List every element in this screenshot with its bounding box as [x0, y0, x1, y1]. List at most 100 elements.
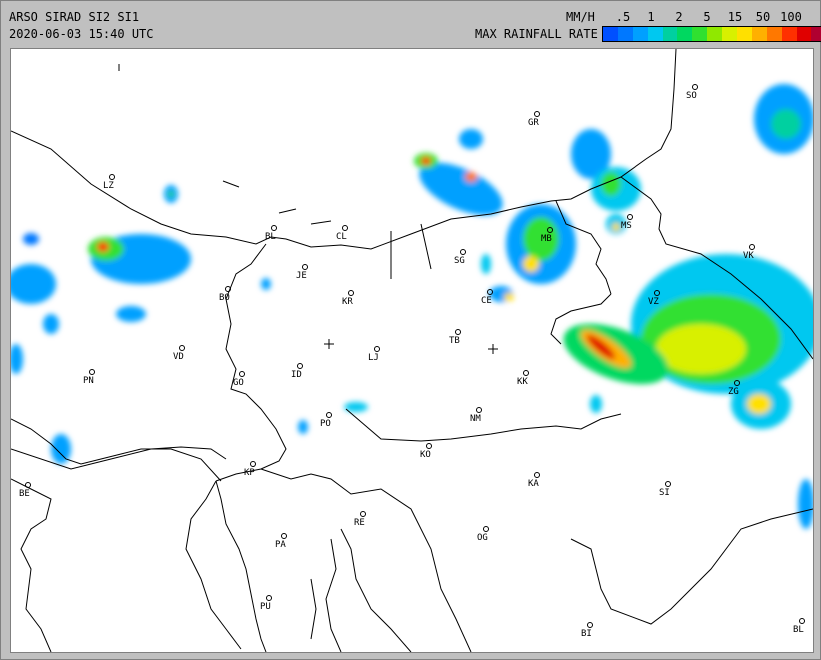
- legend-swatch: [677, 27, 693, 41]
- legend-swatch: [811, 27, 821, 41]
- city-label: MS: [621, 221, 632, 231]
- city-marker: [487, 289, 493, 295]
- city-marker: [89, 369, 95, 375]
- city-label: NM: [470, 414, 481, 424]
- city-marker: [749, 244, 755, 250]
- unit-label: MM/H: [566, 10, 595, 24]
- city-marker: [799, 618, 805, 624]
- city-marker: [654, 290, 660, 296]
- city-label: VD: [173, 352, 184, 362]
- city-label: CE: [481, 296, 492, 306]
- city-label: ZG: [728, 387, 739, 397]
- radar-map[interactable]: SO GR LZ BL CL MB MS VK JE SG BO KR CE V…: [10, 48, 814, 653]
- legend-swatch: [617, 27, 633, 41]
- city-marker: [547, 227, 553, 233]
- legend-swatch: [751, 27, 767, 41]
- city-marker: [225, 286, 231, 292]
- city-marker: [179, 345, 185, 351]
- city-label: JE: [296, 271, 307, 281]
- city-marker: [483, 526, 489, 532]
- legend-tick: 50: [755, 10, 771, 24]
- city-marker: [734, 380, 740, 386]
- city-marker: [665, 481, 671, 487]
- legend-swatch: [647, 27, 663, 41]
- city-label: SG: [454, 256, 465, 266]
- coastline: [11, 418, 412, 652]
- city-label: GO: [233, 378, 244, 388]
- city-marker: [692, 84, 698, 90]
- timestamp: 2020-06-03 15:40 UTC: [9, 27, 154, 41]
- city-marker: [271, 225, 277, 231]
- city-label: VK: [743, 251, 754, 261]
- city-label: PA: [275, 540, 286, 550]
- city-label: KA: [528, 479, 539, 489]
- legend-tick: 100: [780, 10, 802, 24]
- city-marker: [426, 443, 432, 449]
- city-label: PN: [83, 376, 94, 386]
- city-marker: [302, 264, 308, 270]
- city-label: CL: [336, 232, 347, 242]
- city-label: KO: [420, 450, 431, 460]
- grid-markers: [324, 339, 498, 354]
- legend-swatch: [722, 27, 738, 41]
- city-label: KR: [342, 297, 353, 307]
- legend-tick: 1: [647, 10, 655, 24]
- city-marker: [297, 363, 303, 369]
- legend-swatch: [781, 27, 797, 41]
- city-marker: [360, 511, 366, 517]
- city-label: SO: [686, 91, 697, 101]
- city-marker: [587, 622, 593, 628]
- legend-tick: 2: [675, 10, 683, 24]
- city-marker: [374, 346, 380, 352]
- city-label: MB: [541, 234, 552, 244]
- city-marker: [326, 412, 332, 418]
- city-label: BO: [219, 293, 230, 303]
- legend-swatch: [796, 27, 812, 41]
- legend-swatch: [603, 27, 618, 41]
- legend-swatch: [737, 27, 752, 41]
- city-label: LZ: [103, 181, 114, 191]
- city-label: BL: [793, 625, 804, 635]
- city-marker: [523, 370, 529, 376]
- city-label: PU: [260, 602, 271, 612]
- city-marker: [476, 407, 482, 413]
- map-canvas: [11, 49, 813, 652]
- rate-label: MAX RAINFALL RATE: [475, 27, 598, 41]
- city-marker: [281, 533, 287, 539]
- legend-swatch: [632, 27, 648, 41]
- city-label: GR: [528, 118, 539, 128]
- legend-swatch: [662, 27, 678, 41]
- rain-echoes: [11, 84, 813, 529]
- radar-window: ARSO SIRAD SI2 SI1 2020-06-03 15:40 UTC …: [0, 0, 821, 660]
- city-label: KK: [517, 377, 528, 387]
- city-marker: [342, 225, 348, 231]
- city-label: PO: [320, 419, 331, 429]
- city-marker: [627, 214, 633, 220]
- city-label: TB: [449, 336, 460, 346]
- rainfall-color-scale: [602, 26, 821, 42]
- city-marker: [534, 111, 540, 117]
- legend-tick: 5: [703, 10, 711, 24]
- city-marker: [239, 371, 245, 377]
- city-label: LJ: [368, 353, 379, 363]
- city-label: BI: [581, 629, 592, 639]
- product-title: ARSO SIRAD SI2 SI1: [9, 10, 140, 24]
- city-label: KP: [244, 468, 255, 478]
- legend-swatch: [692, 27, 708, 41]
- city-marker: [460, 249, 466, 255]
- city-marker: [250, 461, 256, 467]
- city-label: SI: [659, 488, 670, 498]
- city-label: VZ: [648, 297, 659, 307]
- city-marker: [109, 174, 115, 180]
- city-label: BE: [19, 489, 30, 499]
- city-marker: [266, 595, 272, 601]
- city-marker: [455, 329, 461, 335]
- city-marker: [534, 472, 540, 478]
- city-label: RE: [354, 518, 365, 528]
- legend-tick: .5: [615, 10, 631, 24]
- city-label: OG: [477, 533, 488, 543]
- city-label: BL: [265, 232, 276, 242]
- lakes: [118, 64, 332, 225]
- legend-swatch: [766, 27, 782, 41]
- city-marker: [25, 482, 31, 488]
